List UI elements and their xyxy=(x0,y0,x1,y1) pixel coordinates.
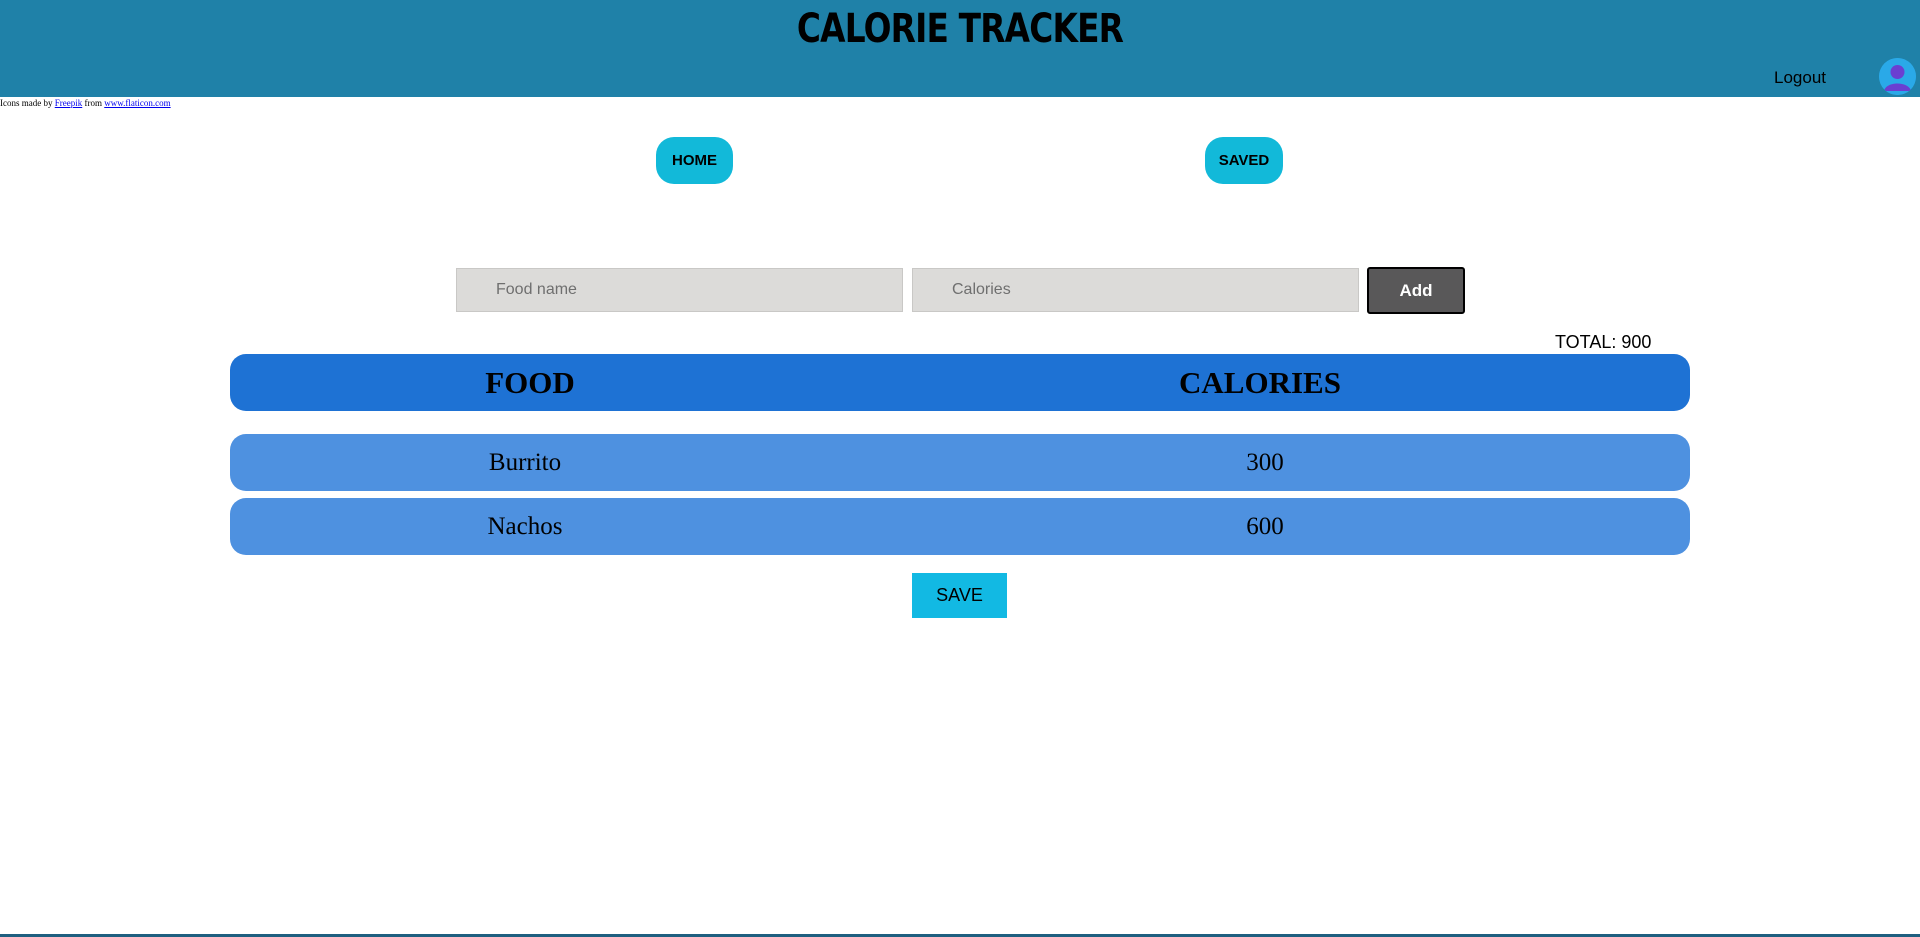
calories-cell: 300 xyxy=(1246,449,1284,476)
save-button[interactable]: SAVE xyxy=(912,573,1007,618)
app-title: CALORIE TRACKER xyxy=(796,6,1124,52)
logout-link[interactable]: Logout xyxy=(1774,68,1826,88)
home-button[interactable]: HOME xyxy=(656,137,733,184)
calories-column-header: CALORIES xyxy=(1179,365,1341,400)
total-calories: TOTAL: 900 xyxy=(1555,332,1652,352)
table-row[interactable]: Burrito 300 xyxy=(230,434,1690,491)
freepik-link[interactable]: Freepik xyxy=(55,98,83,108)
attribution-prefix: Icons made by xyxy=(0,98,55,108)
calories-input[interactable] xyxy=(912,268,1359,312)
food-cell: Burrito xyxy=(488,449,562,476)
calories-cell: 600 xyxy=(1246,513,1284,540)
table-row[interactable]: Nachos 600 xyxy=(230,498,1690,555)
food-name-input[interactable] xyxy=(456,268,903,312)
icon-attribution: Icons made by Freepik from www.flaticon.… xyxy=(0,98,171,108)
food-column-header: FOOD xyxy=(485,365,575,400)
attribution-middle: from xyxy=(82,98,105,108)
app-header: CALORIE TRACKER Logout xyxy=(0,0,1920,97)
add-button[interactable]: Add xyxy=(1367,267,1465,314)
flaticon-link[interactable]: www.flaticon.com xyxy=(104,98,170,108)
table-header: FOOD CALORIES xyxy=(230,354,1690,411)
user-avatar-icon[interactable] xyxy=(1879,58,1916,95)
food-cell: Nachos xyxy=(487,513,563,540)
saved-button[interactable]: SAVED xyxy=(1205,137,1283,184)
